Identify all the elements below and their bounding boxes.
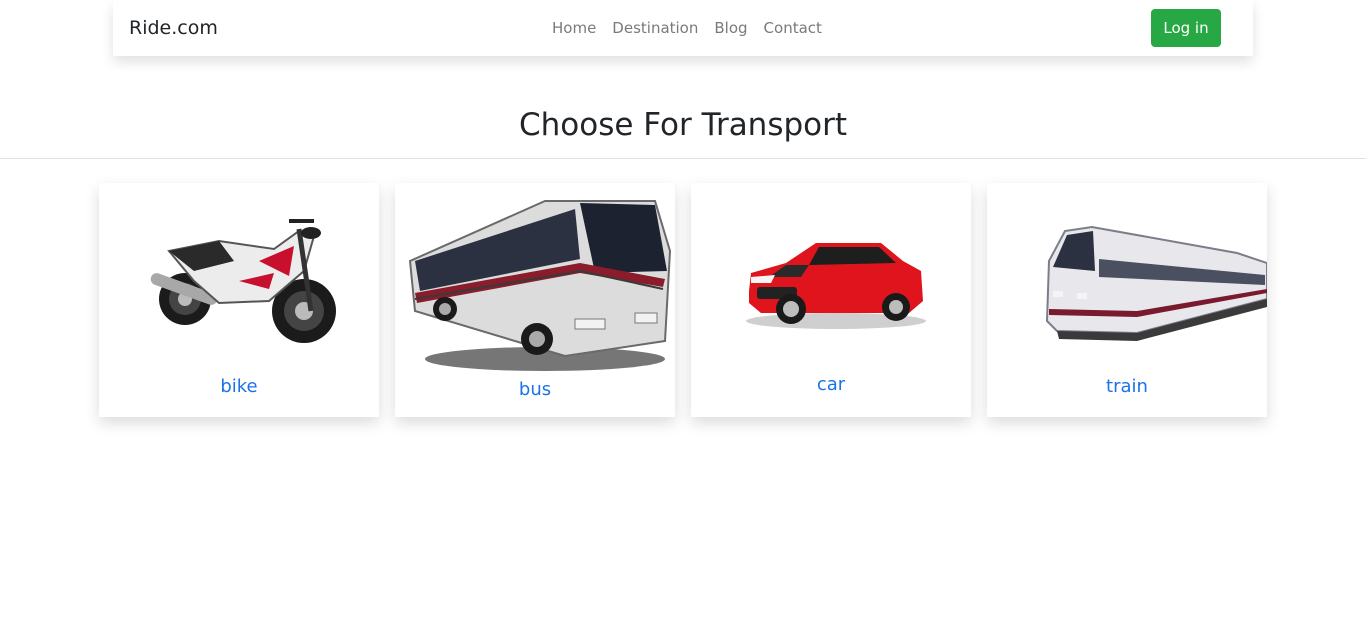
- navbar: Ride.com Home Destination Blog Contact L…: [113, 0, 1253, 56]
- transport-card-bus[interactable]: bus: [395, 183, 675, 417]
- transport-card-bike[interactable]: bike: [99, 183, 379, 417]
- card-label-car[interactable]: car: [691, 373, 971, 397]
- page-title: Choose For Transport: [518, 107, 848, 143]
- nav-link-blog[interactable]: Blog: [714, 18, 747, 38]
- train-image: [1045, 225, 1267, 341]
- section-divider: [0, 158, 1366, 159]
- card-label-train[interactable]: train: [987, 375, 1267, 399]
- nav-link-destination[interactable]: Destination: [612, 18, 698, 38]
- bus-image: [408, 200, 672, 371]
- motorcycle-image: [150, 219, 336, 343]
- login-button[interactable]: Log in: [1151, 9, 1221, 47]
- nav-link-home[interactable]: Home: [552, 18, 596, 38]
- card-label-bike[interactable]: bike: [99, 375, 379, 399]
- card-label-bus[interactable]: bus: [395, 378, 675, 402]
- nav-links: Home Destination Blog Contact: [552, 18, 838, 38]
- car-image: [746, 243, 926, 329]
- transport-card-train[interactable]: train: [987, 183, 1267, 417]
- brand-logo[interactable]: Ride.com: [129, 16, 218, 40]
- transport-card-car[interactable]: car: [691, 183, 971, 417]
- nav-link-contact[interactable]: Contact: [764, 18, 822, 38]
